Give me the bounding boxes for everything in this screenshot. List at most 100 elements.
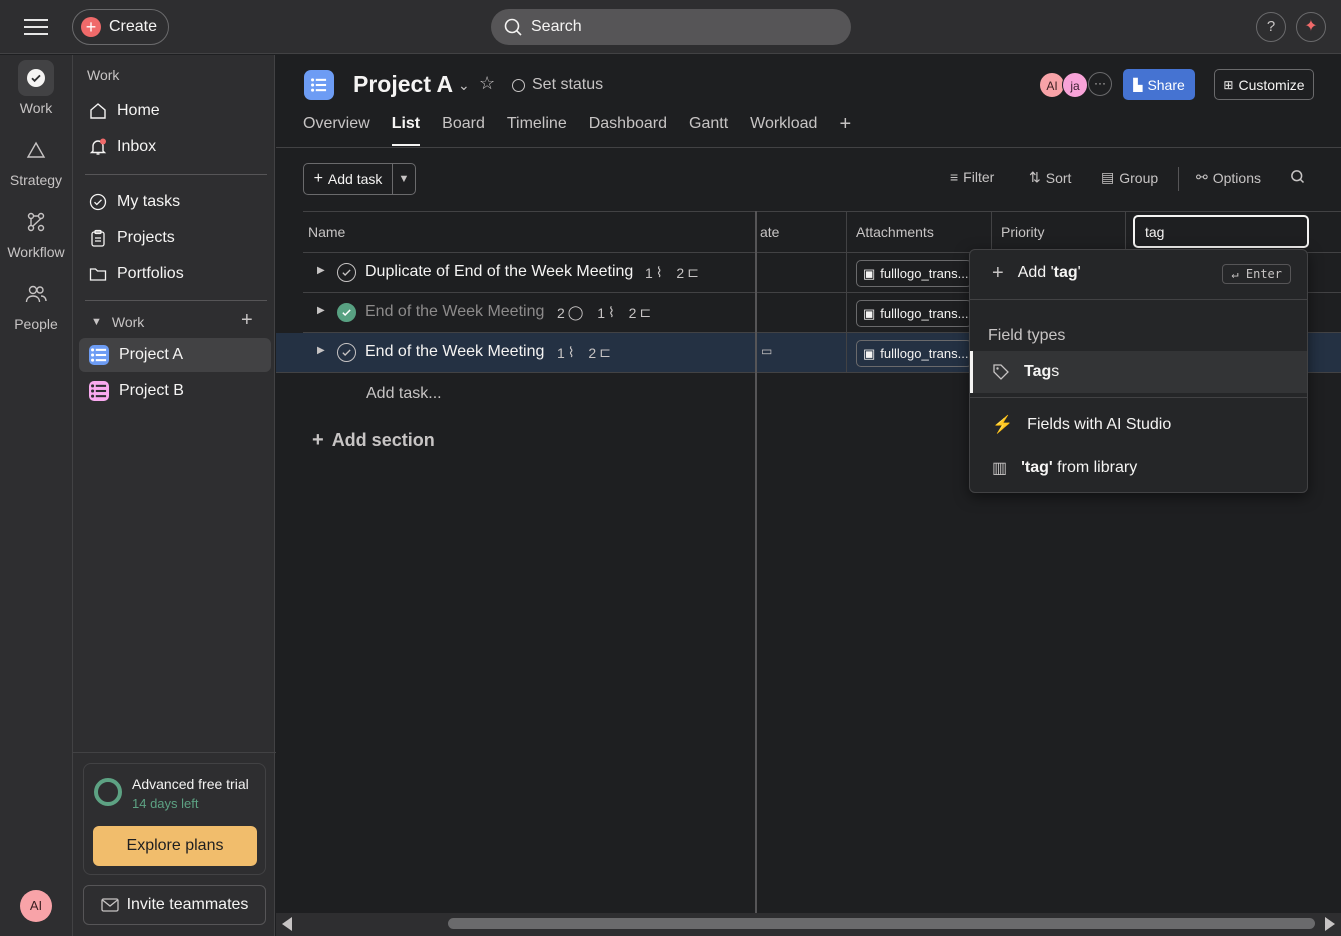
main-content: Project A ⌄ ☆ Set status AI ja ··· ▙ Sha…	[276, 55, 1341, 936]
check-circle-icon[interactable]	[337, 303, 356, 322]
avatar[interactable]: ja	[1062, 72, 1088, 98]
top-bar: + Create Search ? ✦	[0, 0, 1341, 54]
add-section-button[interactable]: + Add section	[312, 429, 435, 452]
rail-item-people[interactable]: People	[0, 276, 72, 332]
sidebar-heading: Work	[87, 67, 120, 83]
home-icon	[90, 103, 106, 119]
date-picker-icon[interactable]: ▭	[761, 344, 772, 358]
rail-item-workflow[interactable]: Workflow	[0, 204, 72, 260]
star-icon[interactable]: ☆	[479, 73, 495, 94]
filter-button[interactable]: ≡ Filter	[950, 169, 994, 185]
caret-right-icon[interactable]: ▶	[317, 305, 325, 316]
field-search-input[interactable]	[1133, 215, 1309, 248]
sidebar-item-project-a[interactable]: Project A	[79, 338, 271, 372]
search-bar[interactable]: Search	[491, 9, 851, 45]
plus-icon: +	[313, 170, 323, 187]
ai-sparkle-icon[interactable]: ✦	[1296, 12, 1326, 42]
people-icon	[18, 276, 54, 312]
add-field-option[interactable]: + Add 'tag' ↵ Enter	[970, 252, 1307, 294]
tab-gantt[interactable]: Gantt	[689, 115, 728, 145]
sidebar-item-my-tasks[interactable]: My tasks	[79, 185, 271, 219]
plus-icon: +	[992, 261, 1004, 284]
sidebar-item-project-b[interactable]: Project B	[79, 374, 271, 408]
scroll-right-icon[interactable]	[1325, 917, 1335, 931]
share-button[interactable]: ▙ Share	[1123, 69, 1195, 100]
group-button[interactable]: ▤ Group	[1101, 169, 1158, 186]
rail-item-work[interactable]: Work	[0, 60, 72, 116]
search-icon	[504, 18, 522, 36]
list-icon	[89, 345, 109, 365]
tab-board[interactable]: Board	[442, 115, 485, 145]
add-task-button[interactable]: + Add task	[304, 164, 393, 194]
options-button[interactable]: ⚯ Options	[1196, 169, 1261, 186]
sort-icon: ⇅	[1029, 169, 1041, 185]
rail-item-strategy[interactable]: Strategy	[0, 132, 72, 188]
project-tabs: Overview List Board Timeline Dashboard G…	[303, 114, 851, 146]
scrollbar-thumb[interactable]	[448, 918, 1315, 929]
task-name[interactable]: End of the Week Meeting	[365, 303, 544, 321]
sidebar-item-portfolios[interactable]: Portfolios	[79, 257, 271, 291]
customize-label: Customize	[1238, 76, 1305, 93]
subtask-count: 2	[676, 264, 685, 281]
clipboard-icon	[91, 229, 105, 247]
attachment-chip[interactable]: ▣ fulllogo_trans...	[856, 260, 972, 287]
help-button[interactable]: ?	[1256, 12, 1286, 42]
caret-right-icon[interactable]: ▶	[317, 345, 325, 356]
add-task-split-button: + Add task ▼	[303, 163, 416, 195]
tab-dashboard[interactable]: Dashboard	[589, 115, 667, 145]
subtask-icon: ⊏	[599, 344, 611, 360]
chevron-down-icon[interactable]: ⌄	[458, 77, 470, 94]
sidebar-item-projects[interactable]: Projects	[79, 221, 271, 255]
attachment-chip[interactable]: ▣ fulllogo_trans...	[856, 340, 972, 367]
menu-icon[interactable]	[22, 14, 50, 40]
search-label: Search	[531, 18, 582, 35]
search-icon[interactable]	[1290, 169, 1305, 184]
attachment-chip[interactable]: ▣ fulllogo_trans...	[856, 300, 972, 327]
set-status-button[interactable]: Set status	[512, 76, 603, 94]
add-task-inline[interactable]: Add task...	[366, 385, 442, 403]
check-circle-icon[interactable]	[337, 263, 356, 282]
ai-studio-option[interactable]: ⚡ Fields with AI Studio	[970, 404, 1307, 446]
page-title[interactable]: Project A	[353, 71, 453, 98]
tab-timeline[interactable]: Timeline	[507, 115, 567, 145]
task-name[interactable]: End of the Week Meeting	[365, 343, 544, 361]
sort-button[interactable]: ⇅ Sort	[1029, 169, 1071, 186]
column-header-attachments[interactable]: Attachments	[847, 211, 992, 253]
add-field-label: Add 'tag'	[1017, 264, 1081, 281]
tab-list[interactable]: List	[391, 115, 421, 146]
explore-plans-button[interactable]: Explore plans	[93, 826, 257, 866]
customize-button[interactable]: ⊞ Customize	[1214, 69, 1314, 100]
column-header-name[interactable]: Name	[303, 211, 755, 253]
caret-right-icon[interactable]: ▶	[317, 265, 325, 276]
chevron-down-icon[interactable]: ▼	[393, 173, 415, 185]
sidebar-section-work[interactable]: ▼ Work	[91, 314, 144, 330]
trial-days-left: 14 days left	[132, 796, 199, 811]
field-type-tags-option[interactable]: Tags	[970, 351, 1307, 393]
building-icon: ▙	[1133, 77, 1143, 92]
tab-workload[interactable]: Workload	[750, 115, 817, 145]
scroll-left-icon[interactable]	[282, 917, 292, 931]
frozen-column-divider[interactable]	[755, 211, 757, 923]
check-circle-icon[interactable]	[337, 343, 356, 362]
library-option[interactable]: ▥ 'tag' from library	[970, 447, 1307, 489]
invite-label: Invite teammates	[126, 896, 249, 913]
avatar[interactable]: AI	[20, 890, 52, 922]
paperclip-icon: ⌇	[567, 344, 575, 360]
column-header-priority[interactable]: Priority	[992, 211, 1126, 253]
options-label: Options	[1212, 169, 1261, 186]
create-button[interactable]: + Create	[72, 9, 169, 45]
sidebar-item-home[interactable]: Home	[79, 94, 271, 128]
column-header-date[interactable]: ate	[755, 211, 847, 253]
add-project-icon[interactable]: +	[241, 309, 253, 332]
task-name[interactable]: Duplicate of End of the Week Meeting	[365, 263, 633, 281]
paperclip-icon: ⌇	[655, 264, 663, 280]
check-circle-icon	[18, 60, 54, 96]
invite-teammates-button[interactable]: Invite teammates	[83, 885, 266, 925]
tab-overview[interactable]: Overview	[303, 115, 370, 145]
more-members-icon[interactable]: ···	[1088, 72, 1112, 96]
horizontal-scrollbar[interactable]	[276, 913, 1341, 936]
filter-icon: ≡	[950, 169, 959, 185]
sidebar-item-inbox[interactable]: Inbox	[79, 130, 271, 164]
add-tab-icon[interactable]: +	[839, 114, 851, 145]
options-icon: ⚯	[1196, 169, 1208, 185]
